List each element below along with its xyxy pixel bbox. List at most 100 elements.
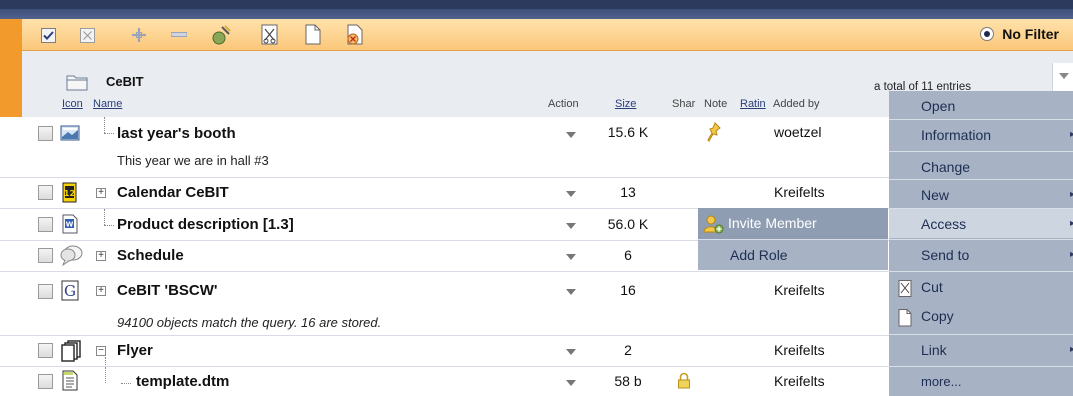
column-header-rating[interactable]: Ratin: [740, 98, 766, 110]
action-dropdown[interactable]: [566, 289, 576, 295]
note-pin-icon[interactable]: [706, 122, 722, 145]
column-header-icon[interactable]: Icon: [62, 98, 83, 110]
item-added-by[interactable]: Kreifelts: [774, 282, 825, 298]
row-checkbox[interactable]: [38, 284, 53, 299]
item-size: 15.6 K: [607, 124, 649, 140]
menu-item-label: Change: [921, 159, 971, 175]
action-dropdown[interactable]: [566, 380, 576, 386]
svg-text:G: G: [64, 282, 76, 300]
google-search-icon: G: [60, 280, 80, 301]
svg-text:12: 12: [64, 189, 75, 198]
tree-line: [105, 367, 106, 383]
item-name[interactable]: template.dtm: [136, 373, 229, 390]
folder-icon: [66, 73, 88, 94]
row-checkbox[interactable]: [38, 217, 53, 232]
info-icon[interactable]: i: [4, 127, 18, 141]
row-checkbox[interactable]: [38, 374, 53, 389]
filter-label: No Filter: [1002, 26, 1059, 42]
row-checkbox[interactable]: [38, 248, 53, 263]
window-title-bar: [0, 0, 1073, 19]
template-icon: [60, 370, 80, 391]
menu-item-send-to[interactable]: Send to: [889, 239, 1073, 270]
info-icon[interactable]: i: [4, 344, 18, 358]
column-header-size[interactable]: Size: [615, 98, 636, 110]
expand-toggle[interactable]: +: [96, 251, 106, 261]
item-name[interactable]: Schedule: [117, 247, 184, 264]
menu-item-more[interactable]: more...: [889, 366, 1073, 396]
column-header-added-by: Added by: [773, 98, 820, 110]
column-header-name[interactable]: Name: [93, 98, 122, 110]
item-size: 13: [620, 184, 636, 200]
item-added-by[interactable]: woetzel: [774, 124, 821, 140]
expand-toggle[interactable]: +: [96, 286, 106, 296]
info-icon[interactable]: i: [4, 285, 18, 299]
image-icon: [60, 123, 80, 143]
filter-radio[interactable]: [980, 27, 995, 41]
menu-item-access[interactable]: Access: [889, 208, 1073, 239]
archive-icon[interactable]: [210, 24, 232, 46]
row-checkbox[interactable]: [38, 126, 53, 141]
expand-toggle[interactable]: +: [96, 188, 106, 198]
menu-item-open[interactable]: Open: [889, 91, 1073, 121]
item-name[interactable]: Product description [1.3]: [117, 216, 294, 233]
copy-icon: [897, 307, 915, 337]
delete-icon[interactable]: [344, 24, 366, 46]
item-name[interactable]: Flyer: [117, 342, 153, 359]
action-dropdown[interactable]: [566, 349, 576, 355]
info-icon[interactable]: i: [4, 218, 18, 232]
item-size: 56.0 K: [607, 216, 649, 232]
action-dropdown[interactable]: [566, 223, 576, 229]
row-checkbox[interactable]: [38, 185, 53, 200]
item-name[interactable]: last year's booth: [117, 125, 236, 142]
folder-title: CeBIT: [106, 74, 144, 89]
menu-item-cut[interactable]: Cut: [889, 271, 1073, 301]
column-header-share: Shar: [672, 98, 696, 110]
tree-line: [121, 383, 131, 384]
menu-item-link[interactable]: Link: [889, 334, 1073, 365]
item-added-by[interactable]: Kreifelts: [774, 373, 825, 389]
menu-item-label: Information: [921, 127, 992, 143]
info-icon[interactable]: i: [4, 186, 18, 200]
menu-item-label: more...: [921, 374, 962, 389]
word-doc-icon: W: [60, 214, 80, 234]
info-icon[interactable]: i: [4, 375, 18, 389]
invite-member-item[interactable]: Invite Member: [698, 208, 888, 239]
menu-item-change[interactable]: Change: [889, 151, 1073, 181]
action-dropdown[interactable]: [566, 254, 576, 260]
menu-item-label: New: [921, 187, 950, 203]
menu-item-copy[interactable]: Copy: [889, 301, 1073, 331]
menu-item-label: Cut: [921, 279, 943, 295]
row-checkbox[interactable]: [38, 343, 53, 358]
action-dropdown[interactable]: [566, 132, 576, 138]
collapse-toggle[interactable]: −: [96, 346, 106, 356]
select-all-icon[interactable]: [37, 24, 59, 46]
add-role-item[interactable]: Add Role: [698, 239, 888, 270]
toolbar: No Filter: [0, 19, 1073, 51]
menu-item-label: Access: [921, 216, 967, 232]
collapse-all-icon[interactable]: [168, 24, 190, 46]
item-name[interactable]: Calendar CeBIT: [117, 184, 229, 201]
copy-icon[interactable]: [302, 24, 324, 46]
item-added-by[interactable]: Kreifelts: [774, 184, 825, 200]
menu-item-label: Link: [921, 342, 947, 358]
info-icon[interactable]: i: [4, 249, 18, 263]
item-name[interactable]: CeBIT 'BSCW': [117, 282, 217, 299]
menu-item-information[interactable]: Information: [889, 119, 1073, 150]
column-header-note: Note: [704, 98, 728, 110]
filter-toggle[interactable]: No Filter: [980, 26, 1059, 42]
deselect-icon[interactable]: [76, 24, 98, 46]
menu-item-label: Open: [921, 98, 956, 114]
item-added-by[interactable]: Kreifelts: [774, 342, 825, 358]
menu-item-new[interactable]: New: [889, 179, 1073, 210]
cut-icon[interactable]: [259, 24, 281, 46]
context-menu: Open Information Change New Access Send …: [889, 91, 1073, 396]
item-size: 6: [624, 247, 632, 263]
expand-all-icon[interactable]: [128, 24, 150, 46]
item-description: This year we are in hall #3: [117, 153, 269, 168]
item-description: 94100 objects match the query. 16 are st…: [117, 315, 382, 330]
item-size: 16: [620, 282, 636, 298]
lock-icon[interactable]: [677, 372, 691, 393]
add-role-label: Add Role: [730, 247, 788, 263]
action-dropdown[interactable]: [566, 191, 576, 197]
column-header-action: Action: [548, 98, 579, 110]
